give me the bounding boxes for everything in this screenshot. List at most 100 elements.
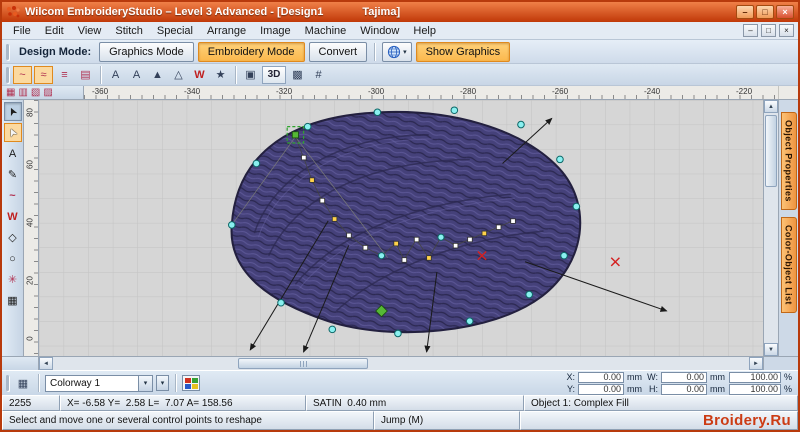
app-window: Wilcom EmbroideryStudio – Level 3 Advanc… xyxy=(0,0,800,432)
scroll-right-icon[interactable]: ► xyxy=(749,357,763,370)
minimize-button[interactable]: – xyxy=(736,5,754,19)
toolbar-separator xyxy=(38,374,39,392)
h-field[interactable] xyxy=(661,383,707,395)
menu-edit[interactable]: Edit xyxy=(38,24,71,38)
convert-button[interactable]: Convert xyxy=(308,41,368,62)
w-field[interactable] xyxy=(661,371,707,383)
backstitch-icon[interactable]: ≡ xyxy=(55,66,74,84)
menu-special[interactable]: Special xyxy=(150,24,200,38)
scale-y-field[interactable] xyxy=(729,383,781,395)
colorway-select[interactable]: Colorway 1 ▾ xyxy=(45,374,153,392)
status-bar: 2255 X= -6.58 Y= 2.58 L= 7.07 A= 158.56 … xyxy=(2,395,798,411)
freehand-tool[interactable]: ~ xyxy=(4,186,22,205)
show-graphics-button[interactable]: Show Graphics xyxy=(415,41,511,62)
lettering-small-icon[interactable]: A xyxy=(127,66,146,84)
scroll-corner xyxy=(763,357,798,370)
hint-bar: Select and move one or several control p… xyxy=(2,411,798,430)
menu-window[interactable]: Window xyxy=(353,24,406,38)
mdi-window-controls: – □ × xyxy=(743,24,798,37)
vertical-scrollbar[interactable]: ▲ ▼ xyxy=(763,100,778,356)
scroll-up-icon[interactable]: ▲ xyxy=(764,100,778,113)
menu-file[interactable]: File xyxy=(6,24,38,38)
mdi-minimize-button[interactable]: – xyxy=(743,24,758,37)
vertical-scroll-thumb[interactable] xyxy=(765,115,777,187)
menu-view[interactable]: View xyxy=(71,24,109,38)
machine-format-button[interactable]: ▾ xyxy=(382,41,412,62)
graphics-mode-button[interactable]: Graphics Mode xyxy=(99,41,194,62)
select-tool[interactable]: ➤ xyxy=(3,102,22,121)
lettering-tool[interactable]: A xyxy=(4,144,22,163)
horizontal-scroll-thumb[interactable] xyxy=(238,358,368,369)
docked-panel-tabs: Object Properties Color-Object List xyxy=(778,100,798,356)
y-label: Y: xyxy=(566,384,575,394)
lettering-caps-icon[interactable]: A xyxy=(106,66,125,84)
chevron-down-icon[interactable]: ▾ xyxy=(138,375,152,391)
menu-image[interactable]: Image xyxy=(253,24,298,38)
menu-stitch[interactable]: Stitch xyxy=(108,24,150,38)
design-mode-label: Design Mode: xyxy=(19,45,92,58)
embroidery-mode-button[interactable]: Embroidery Mode xyxy=(197,41,305,62)
fill-triangle-icon[interactable]: ▲ xyxy=(148,66,167,84)
main-area: ➤ ➤ A ✎ ~ W ◇ ○ ✳ ▦ 80 60 40 20 0 ▲ ▼ Ob… xyxy=(2,100,798,356)
pencil-tool[interactable]: ✎ xyxy=(4,165,22,184)
colorway-value: Colorway 1 xyxy=(50,377,101,389)
mdi-close-button[interactable]: × xyxy=(779,24,794,37)
menu-arrange[interactable]: Arrange xyxy=(200,24,253,38)
tool-palette: ➤ ➤ A ✎ ~ W ◇ ○ ✳ ▦ xyxy=(2,100,24,356)
travel-forward-icon[interactable]: ▧ xyxy=(31,87,40,98)
embroidery-object[interactable] xyxy=(230,110,582,334)
scroll-left-icon[interactable]: ◄ xyxy=(39,357,53,370)
satin-stitch-icon[interactable]: ▤ xyxy=(76,66,95,84)
run-stitch-icon[interactable]: ~ xyxy=(13,65,32,84)
design-canvas[interactable] xyxy=(39,100,763,356)
monogram-tool[interactable]: W xyxy=(4,207,22,226)
travel-back-icon[interactable]: ▥ xyxy=(18,87,27,98)
colorway-menu-button[interactable]: ▾ xyxy=(156,375,169,391)
mesh-fill-icon[interactable]: # xyxy=(309,66,328,84)
star-stitch-icon[interactable]: ★ xyxy=(211,66,230,84)
horizontal-scrollbar[interactable]: ◄ ► xyxy=(39,357,763,370)
stitch-count: 2255 xyxy=(2,395,60,411)
grid-toggle-icon[interactable]: ▣ xyxy=(241,66,260,84)
mdi-restore-button[interactable]: □ xyxy=(761,24,776,37)
ruler-label: -300 xyxy=(368,87,385,96)
tab-object-properties[interactable]: Object Properties xyxy=(780,112,797,210)
reshape-tool[interactable]: ➤ xyxy=(3,123,22,142)
y-field[interactable] xyxy=(578,383,624,395)
shape-tool[interactable]: ◇ xyxy=(4,228,22,247)
x-field[interactable] xyxy=(578,371,624,383)
window-controls: – □ × xyxy=(736,5,794,19)
toolbar-grip[interactable] xyxy=(6,43,9,60)
threed-view-button[interactable]: 3D xyxy=(262,65,286,84)
close-button[interactable]: × xyxy=(776,5,794,19)
ruler-label: -360 xyxy=(92,87,109,96)
menu-machine[interactable]: Machine xyxy=(298,24,354,38)
star-tool[interactable]: ✳ xyxy=(4,270,22,289)
outline-triangle-icon[interactable]: △ xyxy=(169,66,188,84)
tab-color-object-list[interactable]: Color-Object List xyxy=(780,216,797,313)
travel-home-icon[interactable]: ▦ xyxy=(6,87,15,98)
titlebar[interactable]: Wilcom EmbroideryStudio – Level 3 Advanc… xyxy=(2,2,798,22)
grid-tool[interactable]: ▦ xyxy=(4,291,22,310)
scale-x-field[interactable] xyxy=(729,371,781,383)
design-window-icon[interactable]: ▦ xyxy=(14,375,32,391)
thread-colors-button[interactable] xyxy=(182,375,200,391)
monogram-w-icon[interactable]: W xyxy=(190,66,209,84)
toolbar-separator xyxy=(175,374,176,392)
ruler-label: 40 xyxy=(25,218,35,227)
vertical-ruler[interactable]: 80 60 40 20 0 xyxy=(24,100,39,356)
design-mode-toolbar: Design Mode: Graphics Mode Embroidery Mo… xyxy=(2,40,798,64)
menu-help[interactable]: Help xyxy=(406,24,443,38)
toolbar-grip[interactable] xyxy=(6,375,9,391)
scroll-down-icon[interactable]: ▼ xyxy=(764,343,778,356)
horizontal-ruler[interactable]: -360 -340 -320 -300 -280 -260 -240 -220 xyxy=(84,86,778,99)
ellipse-tool[interactable]: ○ xyxy=(4,249,22,268)
triple-run-icon[interactable]: ≈ xyxy=(34,65,53,84)
ruler-label: 60 xyxy=(25,160,35,169)
toolbar-grip[interactable] xyxy=(6,66,9,83)
travel-end-icon[interactable]: ▨ xyxy=(43,87,52,98)
pattern-fill-icon[interactable]: ▩ xyxy=(288,66,307,84)
w-label: W: xyxy=(647,372,658,382)
toolbar-separator xyxy=(374,42,376,61)
maximize-button[interactable]: □ xyxy=(756,5,774,19)
